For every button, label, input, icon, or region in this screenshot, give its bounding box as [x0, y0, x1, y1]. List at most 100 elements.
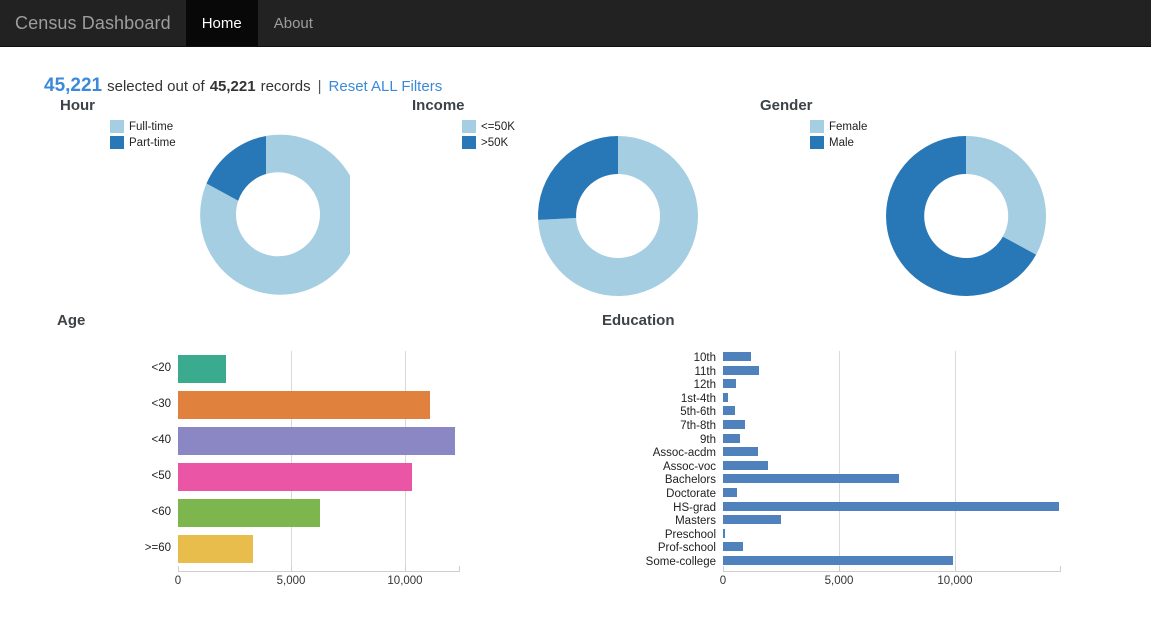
education-axis-tick-5000: [839, 566, 840, 572]
bar-label-age-1: <30: [151, 398, 171, 410]
table-row: Assoc-acdm: [653, 446, 1061, 460]
bar-age-1[interactable]: [178, 391, 430, 419]
age-axis-cap-start: [178, 566, 179, 572]
bar-age-5[interactable]: [178, 535, 253, 563]
table-row: 7th-8th: [680, 419, 1061, 433]
table-row: 1st-4th: [681, 392, 1061, 406]
bar-label-edu-9: Bachelors: [664, 474, 716, 487]
bar-edu-4[interactable]: [723, 406, 735, 416]
bar-label-edu-3: 1st-4th: [680, 392, 716, 405]
bar-age-2[interactable]: [178, 427, 455, 455]
bar-age-4[interactable]: [178, 499, 320, 527]
legend-swatch-icon: [462, 120, 476, 133]
legend-item-gender-1[interactable]: Male: [810, 135, 867, 150]
education-xtick-1: 5,000: [824, 575, 854, 587]
chart-title-income: Income: [412, 97, 465, 114]
bar-edu-15[interactable]: [723, 555, 954, 565]
bar-label-age-4: <60: [151, 506, 171, 518]
age-plot-area: <20 <30 <40 <50 <60 >=60 0 5,000 10,000: [145, 351, 460, 587]
legend-item-hour-1[interactable]: Part-time: [110, 135, 176, 150]
navbar: Census Dashboard Home About: [0, 0, 1151, 47]
legend-swatch-icon: [110, 120, 124, 133]
bar-label-edu-15: Some-college: [645, 555, 716, 568]
bar-edu-0[interactable]: [723, 352, 751, 361]
bar-age-3[interactable]: [178, 463, 412, 491]
bar-label-edu-6: 9th: [700, 433, 716, 446]
donut-gender[interactable]: [882, 132, 1050, 305]
donut-hour[interactable]: [182, 132, 361, 305]
reset-all-filters-link[interactable]: Reset ALL Filters: [329, 78, 443, 95]
bar-edu-13[interactable]: [723, 528, 725, 538]
bar-label-age-0: <20: [151, 362, 171, 374]
brand-title[interactable]: Census Dashboard: [0, 0, 186, 46]
bar-edu-1[interactable]: [723, 365, 759, 375]
legend-label: >50K: [481, 136, 509, 149]
donut-slice-full-time[interactable]: [200, 134, 361, 295]
chart-age: Age <20 <30 <40 <50 <60 >=60 0 5,000 10,…: [0, 312, 520, 587]
legend-label: <=50K: [481, 120, 515, 133]
age-axis-tick-10000: [405, 566, 406, 572]
status-middle-text: selected out of: [107, 78, 205, 95]
age-xtick-2: 10,000: [387, 575, 423, 587]
bar-label-edu-1: 11th: [694, 365, 716, 378]
bar-label-edu-13: Preschool: [664, 528, 716, 541]
bar-edu-2[interactable]: [723, 379, 736, 389]
table-row: <50: [151, 459, 460, 495]
legend-item-hour-0[interactable]: Full-time: [110, 119, 176, 134]
bar-label-edu-4: 5th-6th: [680, 406, 716, 419]
legend-swatch-icon: [110, 136, 124, 149]
table-row: 10th: [694, 351, 1061, 365]
bar-edu-11[interactable]: [723, 501, 1059, 511]
chart-education: Education 10th 11th 12th 1st-4th 5th-6th…: [545, 312, 1151, 587]
legend-swatch-icon: [810, 136, 824, 149]
education-xtick-2: 10,000: [937, 575, 973, 587]
selected-count: 45,221: [44, 75, 103, 96]
donut-slice-gt50k[interactable]: [538, 136, 618, 220]
donut-income[interactable]: [534, 132, 702, 305]
table-row: Bachelors: [665, 473, 1061, 487]
legend-income: <=50K >50K: [462, 119, 515, 150]
bar-label-edu-7: Assoc-acdm: [652, 447, 716, 460]
bar-label-edu-2: 12th: [693, 379, 716, 392]
bar-label-edu-0: 10th: [693, 352, 716, 364]
legend-item-income-0[interactable]: <=50K: [462, 119, 515, 134]
table-row: <30: [151, 387, 460, 423]
nav-item-about[interactable]: About: [258, 0, 329, 46]
bar-label-edu-11: HS-grad: [673, 501, 716, 514]
table-row: HS-grad: [673, 501, 1061, 515]
education-axis-tick-10000: [955, 566, 956, 572]
table-row: <60: [151, 495, 460, 531]
bar-edu-9[interactable]: [723, 474, 899, 484]
legend-label: Part-time: [129, 136, 176, 149]
bar-edu-14[interactable]: [723, 542, 743, 552]
legend-item-income-1[interactable]: >50K: [462, 135, 515, 150]
status-records-text: records: [260, 78, 311, 95]
bar-age-0[interactable]: [178, 355, 226, 383]
donut-slice-female[interactable]: [966, 136, 1047, 255]
bar-edu-7[interactable]: [723, 447, 758, 457]
age-xtick-1: 5,000: [276, 575, 306, 587]
bar-edu-6[interactable]: [723, 433, 741, 443]
bar-edu-10[interactable]: [723, 487, 737, 497]
chart-title-age: Age: [57, 312, 86, 329]
education-axis-cap-end: [1060, 566, 1061, 572]
bar-edu-8[interactable]: [723, 460, 769, 470]
bar-label-age-2: <40: [151, 434, 171, 446]
bar-edu-12[interactable]: [723, 515, 782, 525]
bar-edu-3[interactable]: [723, 392, 729, 402]
table-row: <20: [151, 351, 460, 387]
legend-item-gender-0[interactable]: Female: [810, 119, 867, 134]
bar-edu-5[interactable]: [723, 419, 746, 429]
nav-item-home[interactable]: Home: [185, 0, 258, 46]
chart-title-gender: Gender: [760, 97, 813, 114]
legend-gender: Female Male: [810, 119, 867, 150]
age-xtick-0: 0: [174, 575, 182, 587]
legend-label: Full-time: [129, 120, 174, 133]
table-row: 9th: [700, 433, 1061, 447]
legend-swatch-icon: [462, 136, 476, 149]
legend-hour: Full-time Part-time: [110, 119, 176, 150]
table-row: 5th-6th: [680, 405, 1061, 419]
legend-label: Female: [829, 120, 868, 133]
legend-label: Male: [829, 136, 854, 149]
chart-title-hour: Hour: [60, 97, 95, 114]
